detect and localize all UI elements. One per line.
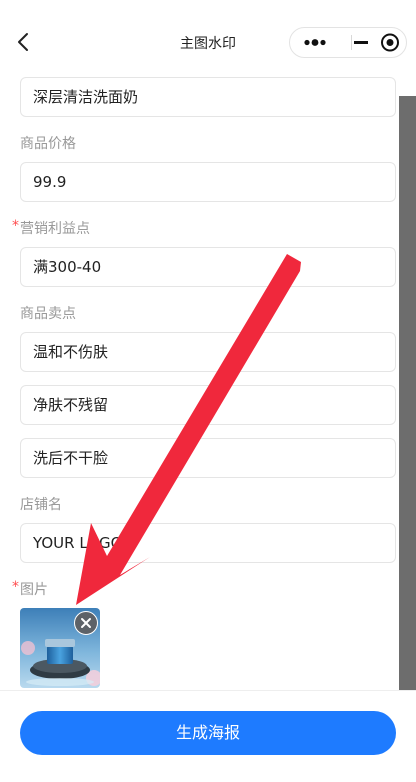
selling-point-field-2[interactable]: 净肤不残留	[20, 385, 396, 425]
price-label: 商品价格	[20, 136, 76, 152]
delete-x-icon	[81, 618, 91, 628]
selling-point-field-3[interactable]: 洗后不干脸	[20, 438, 396, 478]
minimize-icon	[354, 41, 368, 44]
shop-name-field[interactable]: YOUR LOGO	[20, 523, 396, 563]
image-label-wrap: * 图片	[12, 579, 48, 599]
shop-name-label: 店铺名	[20, 497, 62, 513]
form-scroll-area[interactable]: 深层清洁洗面奶 商品价格 99.9 * 营销利益点 满300-40 商品卖点 温…	[0, 70, 399, 690]
delete-image-button[interactable]	[74, 611, 98, 635]
mini-program-capsule	[289, 27, 407, 58]
close-target-icon	[381, 33, 399, 52]
image-label: 图片	[20, 582, 48, 598]
product-name-field[interactable]: 深层清洁洗面奶	[20, 77, 396, 117]
more-button[interactable]	[290, 28, 348, 57]
close-button[interactable]	[374, 28, 406, 57]
benefit-label: 营销利益点	[20, 221, 90, 237]
minimize-button[interactable]	[352, 28, 370, 57]
required-mark: *	[12, 218, 19, 234]
generate-poster-button[interactable]: 生成海报	[20, 711, 396, 755]
bottom-action-bar: 生成海报	[0, 690, 416, 782]
nav-bar: 主图水印	[0, 0, 416, 70]
price-field[interactable]: 99.9	[20, 162, 396, 202]
selling-point-field-1[interactable]: 温和不伤肤	[20, 332, 396, 372]
selling-points-label: 商品卖点	[20, 306, 76, 322]
benefit-field[interactable]: 满300-40	[20, 247, 396, 287]
scrollbar[interactable]	[399, 96, 416, 781]
benefit-label-wrap: * 营销利益点	[12, 218, 90, 238]
more-dots-icon	[304, 39, 326, 46]
required-mark: *	[12, 579, 19, 595]
